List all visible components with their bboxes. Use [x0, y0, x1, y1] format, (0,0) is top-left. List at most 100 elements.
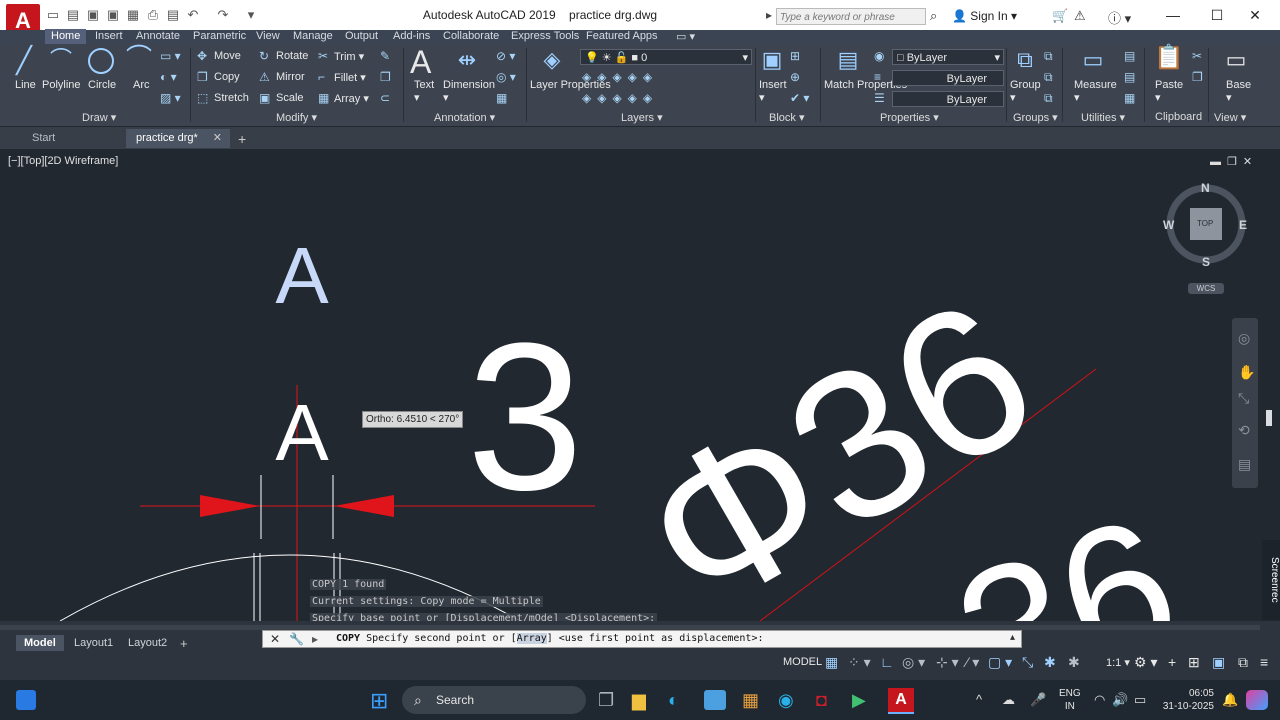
compass-west[interactable]: W	[1163, 218, 1174, 232]
viewcube-label[interactable]: TOP	[1197, 219, 1213, 228]
move-icon[interactable]: ✥	[197, 49, 207, 63]
tab-home[interactable]: Home	[45, 29, 87, 44]
tab-express-tools[interactable]: Express Tools	[505, 29, 585, 44]
plot-icon[interactable]: ⎙	[146, 8, 160, 22]
binoculars-icon[interactable]: ⌕	[930, 8, 937, 24]
layer-tools-icon[interactable]: ◈◈◈◈◈	[582, 70, 658, 84]
group-edit-icon[interactable]: ⧉	[1044, 70, 1053, 85]
panel-layers[interactable]: Layers ▾	[621, 111, 663, 124]
cart-icon[interactable]: 🛒	[1052, 8, 1068, 24]
drawing-canvas[interactable]: A A 3 Φ36 36	[0, 149, 1260, 621]
attribute-icon[interactable]: ✔ ▾	[790, 91, 809, 105]
match-properties-icon[interactable]: ▤	[834, 49, 862, 71]
chrome-icon[interactable]: ◉	[778, 690, 794, 711]
clock[interactable]: 06:05 31-10-2025	[1158, 687, 1214, 713]
scale-tool[interactable]: Scale	[276, 92, 304, 104]
tab-featured-apps[interactable]: Featured Apps	[580, 29, 664, 44]
microphone-icon[interactable]: 🎤	[1030, 692, 1046, 708]
tab-layout1[interactable]: Layout1	[66, 635, 121, 651]
tab-annotate[interactable]: Annotate	[130, 29, 186, 44]
linetype-dropdown[interactable]: ByLayer	[892, 91, 1004, 107]
new-tab-icon[interactable]: +	[238, 131, 246, 147]
move-tool[interactable]: Move	[214, 50, 241, 62]
windows-start-icon[interactable]: ⊞	[370, 688, 388, 714]
orbit-icon[interactable]: ⟲	[1238, 422, 1250, 439]
showmotion-icon[interactable]: ▤	[1238, 456, 1251, 473]
select-all-icon[interactable]: ▤	[1124, 70, 1135, 84]
tab-collaborate[interactable]: Collaborate	[437, 29, 505, 44]
copy-clip-icon[interactable]: ❐	[1192, 70, 1203, 84]
compass-north[interactable]: N	[1201, 181, 1210, 195]
new-icon[interactable]: ▭	[46, 8, 60, 22]
model-space-button[interactable]: MODEL	[783, 656, 822, 668]
offset-icon[interactable]: ⊂	[380, 91, 390, 105]
ellipse-icon[interactable]: ▨ ▾	[160, 91, 181, 105]
battery-icon[interactable]: ▭	[1134, 692, 1146, 708]
wcs-menu[interactable]: WCS	[1188, 283, 1224, 294]
play-store-icon[interactable]: ▶	[852, 690, 866, 711]
option-array[interactable]: Array	[516, 633, 547, 644]
rotate-tool[interactable]: Rotate	[276, 50, 308, 62]
taskbar-search[interactable]: Search	[402, 686, 586, 714]
base-view-icon[interactable]: ▭	[1222, 49, 1250, 71]
rotate-icon[interactable]: ↻	[259, 49, 269, 63]
explode-icon[interactable]: ❐	[380, 70, 391, 84]
circle-tool[interactable]: Circle	[88, 79, 116, 91]
close-tab-icon[interactable]: ✕	[213, 129, 222, 148]
table-icon[interactable]: ▦	[496, 91, 507, 105]
annotation-scale-icon[interactable]: ✱	[1068, 654, 1080, 671]
tab-insert[interactable]: Insert	[89, 29, 129, 44]
tab-start[interactable]: Start	[22, 129, 65, 148]
volume-icon[interactable]: 🔊	[1112, 692, 1128, 708]
exchange-icon[interactable]: ⚠	[1074, 8, 1086, 24]
onedrive-icon[interactable]: ☁	[1002, 692, 1015, 708]
leader-icon[interactable]: ◎ ▾	[496, 70, 516, 84]
wifi-icon[interactable]: ◠	[1094, 692, 1105, 708]
paste-button[interactable]: Paste ▾	[1155, 79, 1183, 104]
annotation-visibility-icon[interactable]: ⤡	[1022, 654, 1033, 671]
dimension-icon[interactable]: ⇹	[452, 49, 482, 71]
polar-icon[interactable]: ◎ ▾	[902, 654, 925, 671]
grid-icon[interactable]: ▦	[825, 654, 838, 671]
array-icon[interactable]: ▦	[318, 91, 329, 105]
autocad-taskbar-icon[interactable]: A	[888, 688, 914, 714]
open-icon[interactable]: ▤	[66, 8, 80, 22]
mirror-icon[interactable]: ⚠	[259, 70, 270, 84]
customize-icon[interactable]: 🔧	[289, 632, 304, 646]
tab-output[interactable]: Output	[339, 29, 384, 44]
trim-tool[interactable]: Trim ▾	[334, 50, 364, 63]
ortho-icon[interactable]: ∟	[880, 654, 894, 670]
trim-icon[interactable]: ✂	[318, 49, 328, 63]
add-layout-icon[interactable]: +	[180, 636, 188, 651]
pan-icon[interactable]: ✋	[1238, 364, 1255, 381]
erase-icon[interactable]: ✎	[380, 49, 390, 63]
close-button[interactable]: ✕	[1240, 6, 1270, 24]
task-view-icon[interactable]: ❐	[598, 690, 614, 711]
snap-icon[interactable]: ⁘ ▾	[848, 654, 871, 671]
arc-tool[interactable]: Arc	[133, 79, 150, 91]
tab-drawing[interactable]: practice drg* ✕	[126, 129, 230, 148]
workspace-gear-icon[interactable]: ⚙ ▾	[1134, 654, 1157, 671]
arc-icon[interactable]: ⌒	[124, 45, 154, 71]
annotation-monitor-icon[interactable]: +	[1168, 654, 1176, 670]
panel-properties[interactable]: Properties ▾	[880, 111, 939, 124]
group-select-icon[interactable]: ⧉	[1044, 91, 1053, 106]
customize-qat-icon[interactable]: ▾	[244, 8, 258, 22]
mcafee-icon[interactable]: ◘	[816, 690, 827, 711]
mirror-tool[interactable]: Mirror	[276, 71, 305, 83]
steering-wheel-icon[interactable]: ◎	[1238, 330, 1250, 347]
copilot-icon[interactable]	[1246, 690, 1268, 710]
close-command-icon[interactable]: ✕	[270, 632, 280, 646]
web-mobile-icon[interactable]: ▦	[126, 8, 140, 22]
dimension-tool[interactable]: Dimension ▾	[443, 79, 495, 104]
tab-addins[interactable]: Add-ins	[387, 29, 436, 44]
lineweight-dropdown[interactable]: ByLayer	[892, 70, 1004, 86]
viewport-window-controls[interactable]: ▬❐✕	[1210, 155, 1258, 168]
rectangle-icon[interactable]: ▭ ▾	[160, 49, 181, 63]
undo-icon[interactable]: ↶	[186, 8, 200, 22]
hatch-icon[interactable]: ◐ ▾	[160, 70, 177, 84]
measure-icon[interactable]: ▭	[1080, 49, 1106, 71]
widgets-icon[interactable]	[16, 690, 36, 710]
compass-east[interactable]: E	[1239, 218, 1247, 232]
insert-icon[interactable]: ▣	[758, 49, 786, 71]
